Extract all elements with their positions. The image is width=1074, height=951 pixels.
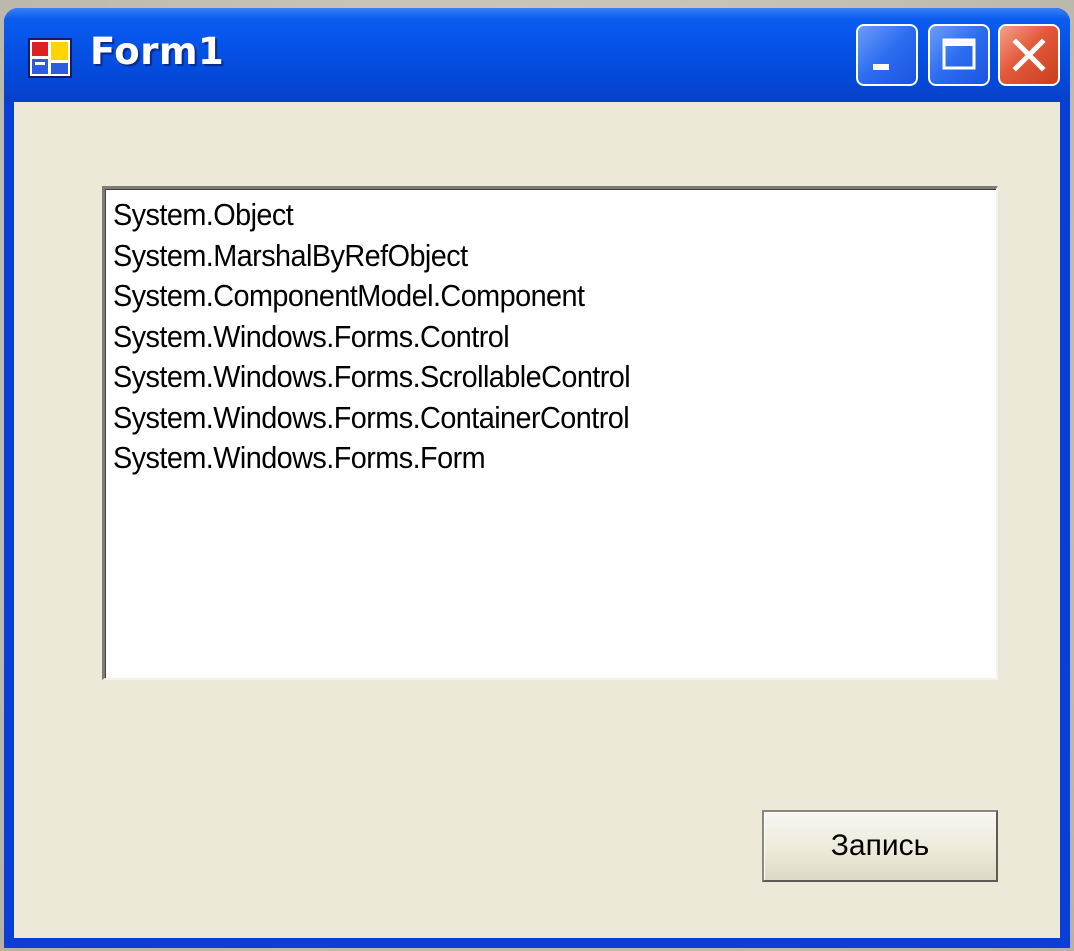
list-item[interactable]: System.Object <box>113 195 934 236</box>
form-app-icon <box>28 38 72 78</box>
list-item[interactable]: System.Windows.Forms.ScrollableControl <box>113 357 934 398</box>
list-item[interactable]: System.Windows.Forms.ContainerControl <box>113 398 934 439</box>
minimize-button[interactable] <box>856 24 918 86</box>
form-window: Form1 System.Object System.MarshalByRefO… <box>4 8 1070 948</box>
minimize-icon <box>873 64 889 70</box>
type-hierarchy-listbox[interactable]: System.Object System.MarshalByRefObject … <box>102 186 998 680</box>
title-bar[interactable]: Form1 <box>4 8 1070 102</box>
window-title: Form1 <box>90 30 225 73</box>
record-button[interactable]: Запись <box>762 810 998 882</box>
maximize-icon <box>942 38 976 70</box>
form-client-area: System.Object System.MarshalByRefObject … <box>14 102 1060 938</box>
list-item[interactable]: System.MarshalByRefObject <box>113 236 934 277</box>
maximize-button[interactable] <box>928 24 990 86</box>
close-button[interactable] <box>998 24 1060 86</box>
list-item[interactable]: System.Windows.Forms.Control <box>113 317 934 358</box>
list-item[interactable]: System.Windows.Forms.Form <box>113 438 934 479</box>
list-item[interactable]: System.ComponentModel.Component <box>113 276 934 317</box>
close-icon <box>1012 38 1046 72</box>
